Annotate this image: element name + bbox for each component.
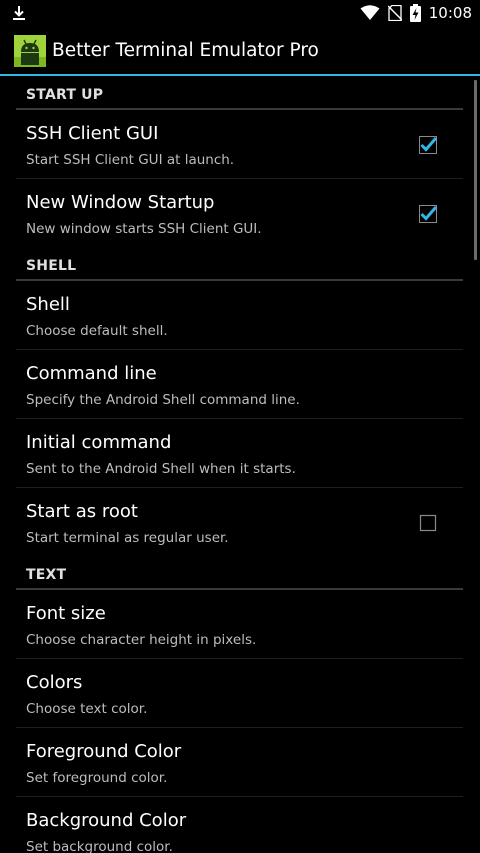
pref-title: Shell [26,294,70,315]
pref-title: Background Color [26,810,187,831]
section-title: SHELL [26,258,77,274]
pref-summary: Start SSH Client GUI at launch. [26,152,235,168]
pref-foreground-color[interactable]: Foreground Color Set foreground color. [16,728,463,797]
checkbox-checked-icon[interactable] [419,205,437,223]
scrollbar[interactable] [474,80,477,260]
battery-charging-icon [409,4,421,22]
pref-title: SSH Client GUI [26,123,159,144]
pref-font-size[interactable]: Font size Choose character height in pix… [16,590,463,659]
checkbox-checked-icon[interactable] [419,136,437,154]
pref-ssh-client-gui[interactable]: SSH Client GUI Start SSH Client GUI at l… [16,110,463,179]
pref-summary: Specify the Android Shell command line. [26,392,300,408]
pref-shell[interactable]: Shell Choose default shell. [16,281,463,350]
pref-background-color[interactable]: Background Color Set background color. [16,797,463,853]
pref-summary: Start terminal as regular user. [26,530,229,546]
status-bar: 10:08 [0,0,480,26]
pref-colors[interactable]: Colors Choose text color. [16,659,463,728]
action-bar: Better Terminal Emulator Pro [0,26,480,74]
pref-title: Start as root [26,501,138,522]
pref-title: Foreground Color [26,741,182,762]
section-header-text: TEXT [0,556,480,590]
section-title: START UP [26,87,104,103]
pref-new-window-startup[interactable]: New Window Startup New window starts SSH… [16,179,463,247]
preferences-list[interactable]: START UP SSH Client GUI Start SSH Client… [0,76,480,853]
pref-summary: Choose default shell. [26,323,168,339]
pref-summary: New window starts SSH Client GUI. [26,221,262,237]
pref-summary: Set foreground color. [26,770,168,786]
pref-summary: Choose character height in pixels. [26,632,257,648]
android-app-icon[interactable] [14,35,46,67]
pref-summary: Sent to the Android Shell when it starts… [26,461,296,477]
section-header-start-up: START UP [0,76,480,110]
pref-summary: Choose text color. [26,701,148,717]
pref-title: Font size [26,603,106,624]
download-icon [13,6,25,20]
pref-command-line[interactable]: Command line Specify the Android Shell c… [16,350,463,419]
pref-title: Colors [26,672,83,693]
pref-start-as-root[interactable]: Start as root Start terminal as regular … [16,488,463,556]
pref-title: Command line [26,363,157,384]
pref-title: New Window Startup [26,192,215,213]
section-header-shell: SHELL [0,247,480,281]
section-title: TEXT [26,567,67,583]
no-sim-icon [387,5,402,21]
status-time: 10:08 [428,4,472,22]
pref-title: Initial command [26,432,172,453]
app-title: Better Terminal Emulator Pro [52,40,319,61]
checkbox-unchecked-icon[interactable] [419,514,437,532]
pref-summary: Set background color. [26,839,173,853]
wifi-icon [360,5,380,20]
pref-initial-command[interactable]: Initial command Sent to the Android Shel… [16,419,463,488]
